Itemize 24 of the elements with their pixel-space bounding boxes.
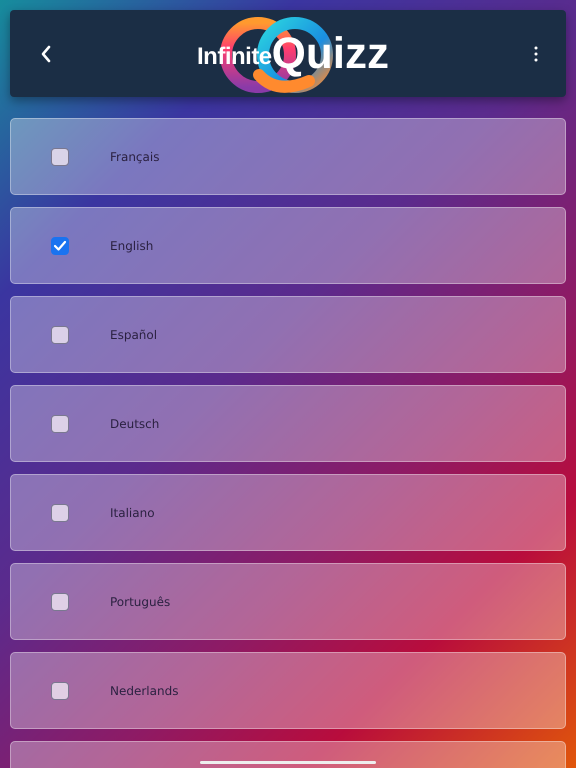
checkbox[interactable] — [51, 236, 69, 254]
checkbox[interactable] — [51, 682, 69, 700]
language-label: Deutsch — [110, 416, 160, 430]
language-label: Italiano — [110, 506, 155, 520]
checkbox[interactable] — [51, 148, 69, 166]
language-label: Español — [110, 328, 158, 342]
checkbox[interactable] — [51, 414, 69, 432]
check-icon — [53, 240, 67, 252]
language-option[interactable]: English — [10, 207, 566, 284]
language-label: English — [110, 238, 154, 252]
language-option[interactable]: Nederlands — [10, 652, 566, 729]
language-label: Nederlands — [110, 684, 178, 698]
language-option[interactable]: Italiano — [10, 474, 566, 551]
language-label: Português — [110, 594, 170, 608]
language-option[interactable]: Español — [10, 296, 566, 373]
checkbox[interactable] — [51, 326, 69, 344]
language-option[interactable]: Deutsch — [10, 385, 566, 462]
language-label: Français — [110, 150, 160, 164]
language-option[interactable]: Português — [10, 563, 566, 640]
back-icon — [40, 44, 52, 62]
checkbox[interactable] — [51, 592, 69, 610]
more-icon — [534, 46, 538, 62]
language-option[interactable]: Français — [10, 118, 566, 195]
checkbox[interactable] — [51, 504, 69, 522]
